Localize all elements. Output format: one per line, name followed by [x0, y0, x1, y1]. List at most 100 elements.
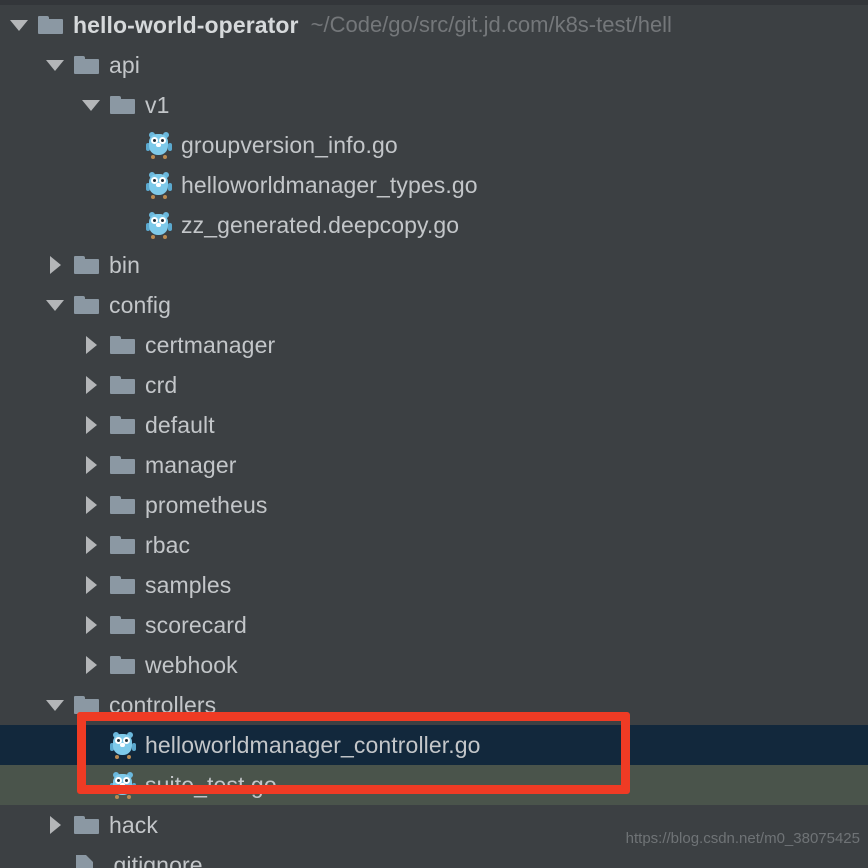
folder-icon	[110, 454, 136, 476]
tree-toggle-placeholder	[116, 205, 138, 245]
triangle-right-icon	[85, 656, 97, 674]
tree-row[interactable]: zz_generated.deepcopy.go	[0, 205, 868, 245]
go-file-icon	[146, 131, 172, 159]
triangle-right-icon	[85, 576, 97, 594]
tree-toggle-placeholder	[80, 725, 102, 765]
triangle-down-icon	[46, 699, 64, 711]
tree-row[interactable]: groupversion_info.go	[0, 125, 868, 165]
blank-spacer	[82, 736, 100, 754]
folder-icon	[74, 294, 100, 316]
tree-row-label: .gitignore	[107, 851, 203, 868]
triangle-right-icon	[85, 536, 97, 554]
expand-toggle-right-icon[interactable]	[80, 525, 102, 565]
expand-toggle-down-icon[interactable]	[8, 5, 30, 45]
folder-icon	[110, 654, 136, 676]
project-tree-panel: hello-world-operator ~/Code/go/src/git.jd…	[0, 0, 868, 868]
tree-row[interactable]: default	[0, 405, 868, 445]
triangle-down-icon	[46, 59, 64, 71]
generic-file-icon	[74, 853, 98, 868]
tree-row[interactable]: config	[0, 285, 868, 325]
tree-row[interactable]: webhook	[0, 645, 868, 685]
blank-spacer	[46, 856, 64, 868]
tree-row[interactable]: scorecard	[0, 605, 868, 645]
tree-toggle-placeholder	[80, 765, 102, 805]
tree-row[interactable]: api	[0, 45, 868, 85]
tree-row[interactable]: helloworldmanager_types.go	[0, 165, 868, 205]
expand-toggle-down-icon[interactable]	[44, 685, 66, 725]
tree-row[interactable]: rbac	[0, 525, 868, 565]
expand-toggle-down-icon[interactable]	[44, 45, 66, 85]
tree-row-label: groupversion_info.go	[181, 131, 398, 158]
folder-icon	[110, 94, 136, 116]
expand-toggle-right-icon[interactable]	[80, 605, 102, 645]
expand-toggle-right-icon[interactable]	[80, 325, 102, 365]
expand-toggle-right-icon[interactable]	[80, 445, 102, 485]
file-tree[interactable]: hello-world-operator ~/Code/go/src/git.jd…	[0, 5, 868, 868]
tree-toggle-placeholder	[116, 125, 138, 165]
tree-row-label: helloworldmanager_controller.go	[145, 731, 481, 758]
tree-row-label: v1	[145, 91, 170, 118]
expand-toggle-right-icon[interactable]	[80, 485, 102, 525]
go-file-icon	[146, 171, 172, 199]
folder-icon	[74, 54, 100, 76]
folder-icon	[110, 534, 136, 556]
tree-row-label: samples	[145, 571, 232, 598]
folder-icon	[74, 694, 100, 716]
expand-toggle-right-icon[interactable]	[44, 805, 66, 845]
tree-row-label: hello-world-operator	[73, 11, 299, 38]
tree-toggle-placeholder	[44, 845, 66, 868]
triangle-right-icon	[85, 496, 97, 514]
go-file-icon	[110, 771, 136, 799]
tree-row[interactable]: samples	[0, 565, 868, 605]
tree-row-label: prometheus	[145, 491, 268, 518]
tree-row-label: scorecard	[145, 611, 247, 638]
go-file-icon	[110, 731, 136, 759]
expand-toggle-right-icon[interactable]	[44, 245, 66, 285]
triangle-right-icon	[49, 256, 61, 274]
expand-toggle-down-icon[interactable]	[80, 85, 102, 125]
folder-icon	[110, 334, 136, 356]
expand-toggle-right-icon[interactable]	[80, 365, 102, 405]
folder-icon	[110, 414, 136, 436]
blank-spacer	[118, 216, 136, 234]
tree-row[interactable]: hello-world-operator ~/Code/go/src/git.jd…	[0, 5, 868, 45]
tree-row[interactable]: controllers	[0, 685, 868, 725]
expand-toggle-right-icon[interactable]	[80, 405, 102, 445]
tree-row[interactable]: .gitignore	[0, 845, 868, 868]
tree-row-label: zz_generated.deepcopy.go	[181, 211, 460, 238]
expand-toggle-right-icon[interactable]	[80, 565, 102, 605]
watermark-text: https://blog.csdn.net/m0_38075425	[625, 830, 860, 847]
tree-row[interactable]: suite_test.go	[0, 765, 868, 805]
folder-icon	[110, 494, 136, 516]
blank-spacer	[82, 776, 100, 794]
tree-row-label: helloworldmanager_types.go	[181, 171, 478, 198]
triangle-right-icon	[85, 456, 97, 474]
tree-row[interactable]: bin	[0, 245, 868, 285]
tree-row[interactable]: certmanager	[0, 325, 868, 365]
tree-row[interactable]: manager	[0, 445, 868, 485]
triangle-down-icon	[10, 19, 28, 31]
tree-row-label: bin	[109, 251, 140, 278]
triangle-right-icon	[85, 376, 97, 394]
tree-row-label: rbac	[145, 531, 191, 558]
triangle-right-icon	[85, 336, 97, 354]
tree-row[interactable]: v1	[0, 85, 868, 125]
tree-toggle-placeholder	[116, 165, 138, 205]
tree-row-label: crd	[145, 371, 178, 398]
triangle-right-icon	[85, 616, 97, 634]
tree-row[interactable]: helloworldmanager_controller.go	[0, 725, 868, 765]
triangle-down-icon	[82, 99, 100, 111]
tree-row-label: manager	[145, 451, 237, 478]
tree-row[interactable]: prometheus	[0, 485, 868, 525]
tree-row-label: suite_test.go	[145, 771, 277, 798]
tree-row[interactable]: crd	[0, 365, 868, 405]
folder-icon	[110, 374, 136, 396]
folder-icon	[74, 814, 100, 836]
tree-row-label: hack	[109, 811, 158, 838]
tree-row-label: config	[109, 291, 171, 318]
expand-toggle-down-icon[interactable]	[44, 285, 66, 325]
expand-toggle-right-icon[interactable]	[80, 645, 102, 685]
folder-icon	[110, 574, 136, 596]
go-file-icon	[146, 211, 172, 239]
folder-icon	[38, 14, 64, 36]
